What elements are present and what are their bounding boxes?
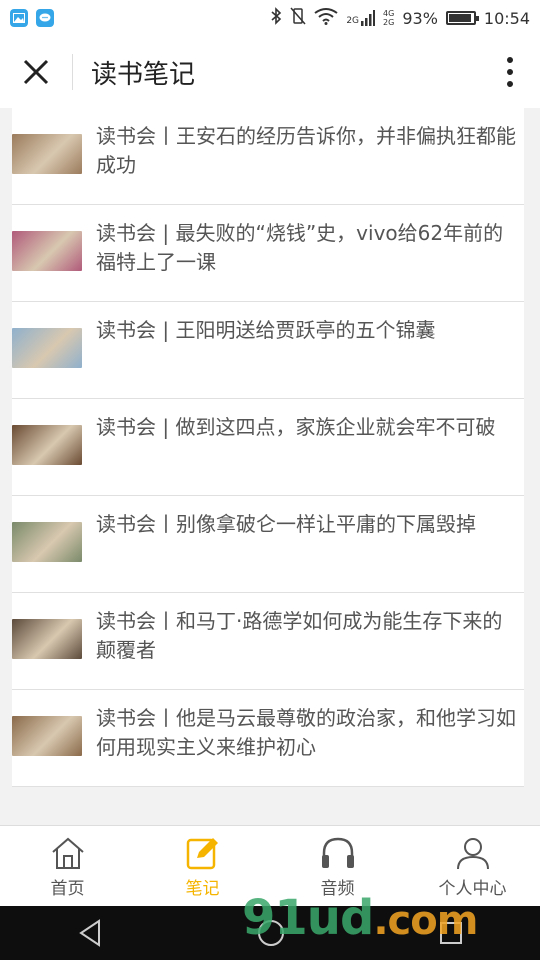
page-title: 读书笔记 — [91, 59, 196, 90]
article-item[interactable]: 读书会丨王安石的经历告诉你，并非偏执狂都能成功 — [12, 108, 524, 205]
home-icon — [51, 837, 84, 869]
back-icon[interactable] — [77, 919, 103, 947]
article-thumbnail — [12, 231, 82, 271]
article-item[interactable]: 读书会 | 王阳明送给贾跃亭的五个锦囊 — [12, 302, 524, 399]
article-thumbnail — [12, 522, 82, 562]
article-item[interactable]: 读书会 | 最失败的“烧钱”史，vivo给62年前的福特上了一课 — [12, 205, 524, 302]
clock: 10:54 — [483, 8, 530, 28]
article-title: 读书会 | 最失败的“烧钱”史，vivo给62年前的福特上了一课 — [96, 221, 504, 274]
vibrate-off-icon — [290, 7, 306, 29]
article-thumbnail — [12, 328, 82, 368]
watermark: 91ud.com — [242, 890, 478, 946]
close-button[interactable] — [0, 36, 72, 108]
article-title: 读书会丨别像拿破仑一样让平庸的下属毁掉 — [96, 512, 476, 536]
article-title: 读书会 | 做到这四点，家族企业就会牢不可破 — [96, 415, 496, 439]
article-title: 读书会丨和马丁·路德学如何成为能生存下来的颠覆者 — [96, 609, 503, 662]
battery-fill — [448, 14, 472, 22]
signal-4g: 4G 2G — [383, 9, 395, 27]
article-item[interactable]: 读书会丨和马丁·路德学如何成为能生存下来的颠覆者 — [12, 593, 524, 690]
wifi-icon — [314, 7, 338, 29]
article-thumbnail — [12, 716, 82, 756]
article-thumbnail — [12, 134, 82, 174]
gallery-icon — [10, 9, 28, 27]
bluetooth-icon — [270, 7, 282, 29]
close-icon — [23, 59, 49, 85]
article-title: 读书会丨王安石的经历告诉你，并非偏执狂都能成功 — [96, 124, 516, 177]
system-indicators: 2G 4G 2G 93% 10:54 — [270, 7, 530, 29]
battery-percent: 93% — [402, 8, 438, 28]
more-button[interactable] — [480, 36, 540, 108]
headphones-icon — [321, 837, 354, 868]
article-thumbnail — [12, 619, 82, 659]
signal-2g: 2G — [346, 10, 376, 26]
tab-label: 笔记 — [185, 879, 220, 899]
tab-label: 首页 — [50, 879, 85, 899]
article-thumbnail — [12, 425, 82, 465]
header: 读书笔记 — [0, 36, 540, 108]
tab-home[interactable]: 首页 — [0, 826, 135, 907]
article-item[interactable]: 读书会丨别像拿破仑一样让平庸的下属毁掉 — [12, 496, 524, 593]
header-divider — [72, 54, 73, 90]
more-vertical-icon — [507, 57, 513, 87]
message-icon — [36, 9, 54, 27]
notification-icons — [10, 9, 54, 27]
article-list: 读书会丨王安石的经历告诉你，并非偏执狂都能成功 读书会 | 最失败的“烧钱”史，… — [12, 108, 524, 787]
article-item[interactable]: 读书会丨他是马云最尊敬的政治家，和他学习如何用现实主义来维护初心 — [12, 690, 524, 787]
article-title: 读书会丨他是马云最尊敬的政治家，和他学习如何用现实主义来维护初心 — [96, 706, 516, 759]
article-title: 读书会 | 王阳明送给贾跃亭的五个锦囊 — [96, 318, 436, 342]
battery-icon — [445, 11, 479, 25]
status-bar: 2G 4G 2G 93% 10:54 — [0, 0, 540, 36]
note-icon — [186, 838, 218, 870]
article-item[interactable]: 读书会 | 做到这四点，家族企业就会牢不可破 — [12, 399, 524, 496]
user-icon — [456, 838, 489, 870]
